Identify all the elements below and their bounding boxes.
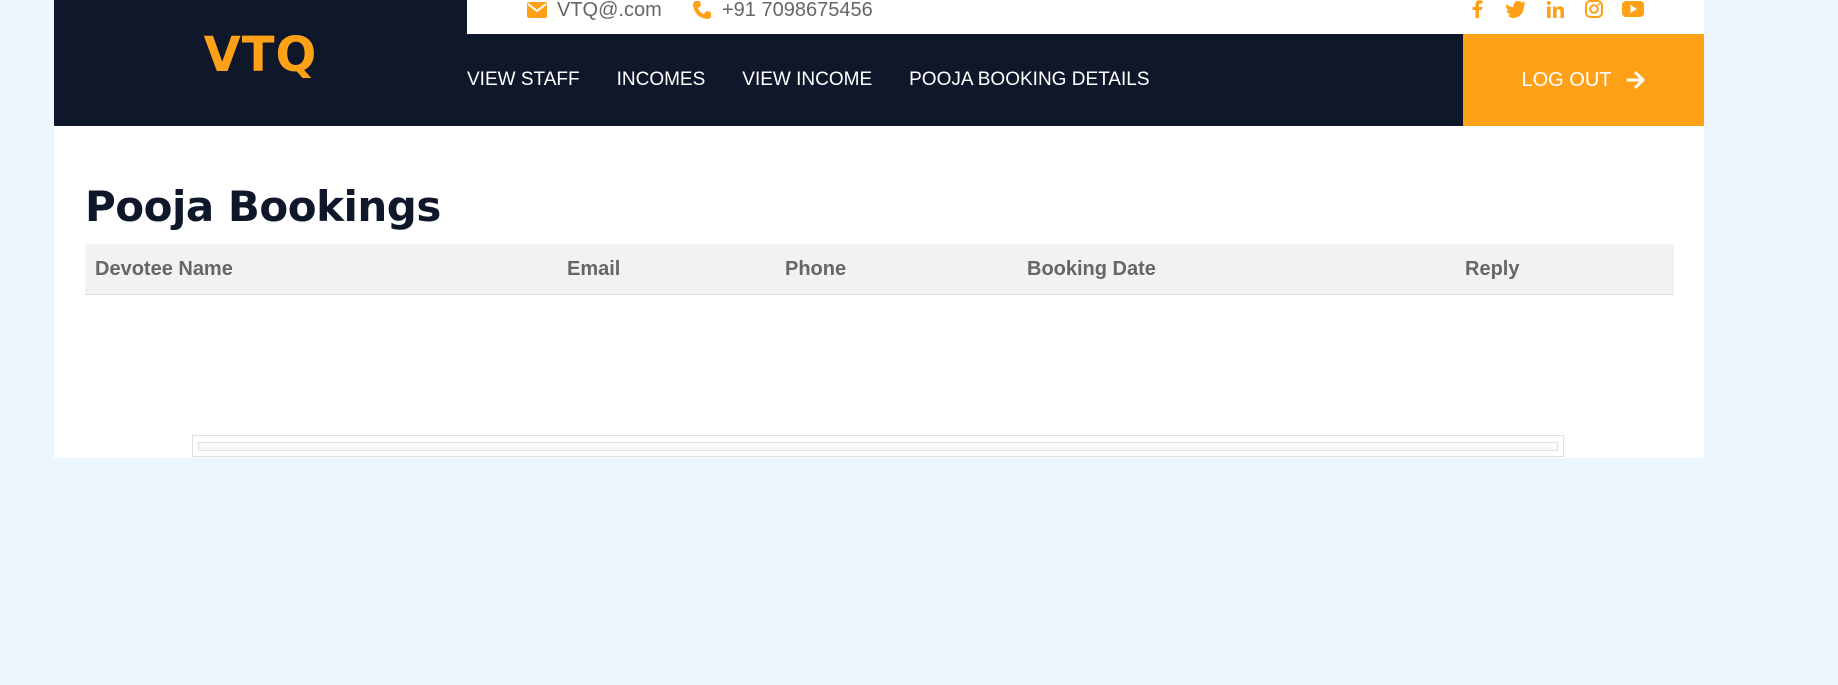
column-header-reply: Reply xyxy=(1465,258,1520,280)
email-text: VTQ@.com xyxy=(557,0,662,21)
nav-view-staff[interactable]: VIEW STAFF xyxy=(467,69,580,91)
page-title: Pooja Bookings xyxy=(85,182,441,231)
phone-text: +91 7098675456 xyxy=(722,0,873,21)
logout-label: LOG OUT xyxy=(1521,68,1612,91)
top-bar: VTQ@.com +91 7098675456 xyxy=(467,0,1704,34)
nav-links: VIEW STAFF INCOMES VIEW INCOME POOJA BOO… xyxy=(467,34,1150,126)
nav-pooja-booking-details[interactable]: POOJA BOOKING DETAILS xyxy=(909,69,1149,91)
brand-area: VTQ xyxy=(54,0,467,126)
scrollbar-thumb[interactable] xyxy=(198,442,1558,451)
social-links xyxy=(1466,0,1644,18)
logout-button[interactable]: LOG OUT xyxy=(1463,34,1704,126)
nav-incomes[interactable]: INCOMES xyxy=(617,69,706,91)
facebook-icon[interactable] xyxy=(1466,0,1488,18)
nav-view-income[interactable]: VIEW INCOME xyxy=(742,69,872,91)
contact-email: VTQ@.com xyxy=(527,0,662,21)
arrow-right-icon xyxy=(1626,71,1644,89)
youtube-icon[interactable] xyxy=(1622,0,1644,18)
bookings-table-header: Devotee Name Email Phone Booking Date Re… xyxy=(85,244,1674,295)
linkedin-icon[interactable] xyxy=(1544,0,1566,18)
column-header-booking-date: Booking Date xyxy=(1027,258,1156,280)
envelope-icon xyxy=(527,2,547,18)
phone-icon xyxy=(693,1,711,19)
page-container: VTQ VTQ@.com +91 7098675456 VIEW STAFF I… xyxy=(54,0,1704,458)
column-header-devotee-name: Devotee Name xyxy=(95,258,233,280)
main-navbar: VIEW STAFF INCOMES VIEW INCOME POOJA BOO… xyxy=(467,34,1704,126)
instagram-icon[interactable] xyxy=(1583,0,1605,18)
column-header-phone: Phone xyxy=(785,258,847,280)
contact-phone: +91 7098675456 xyxy=(692,0,873,21)
logo[interactable]: VTQ xyxy=(204,27,318,83)
horizontal-scrollbar[interactable] xyxy=(192,435,1564,457)
twitter-icon[interactable] xyxy=(1505,0,1527,18)
column-header-email: Email xyxy=(567,258,621,280)
